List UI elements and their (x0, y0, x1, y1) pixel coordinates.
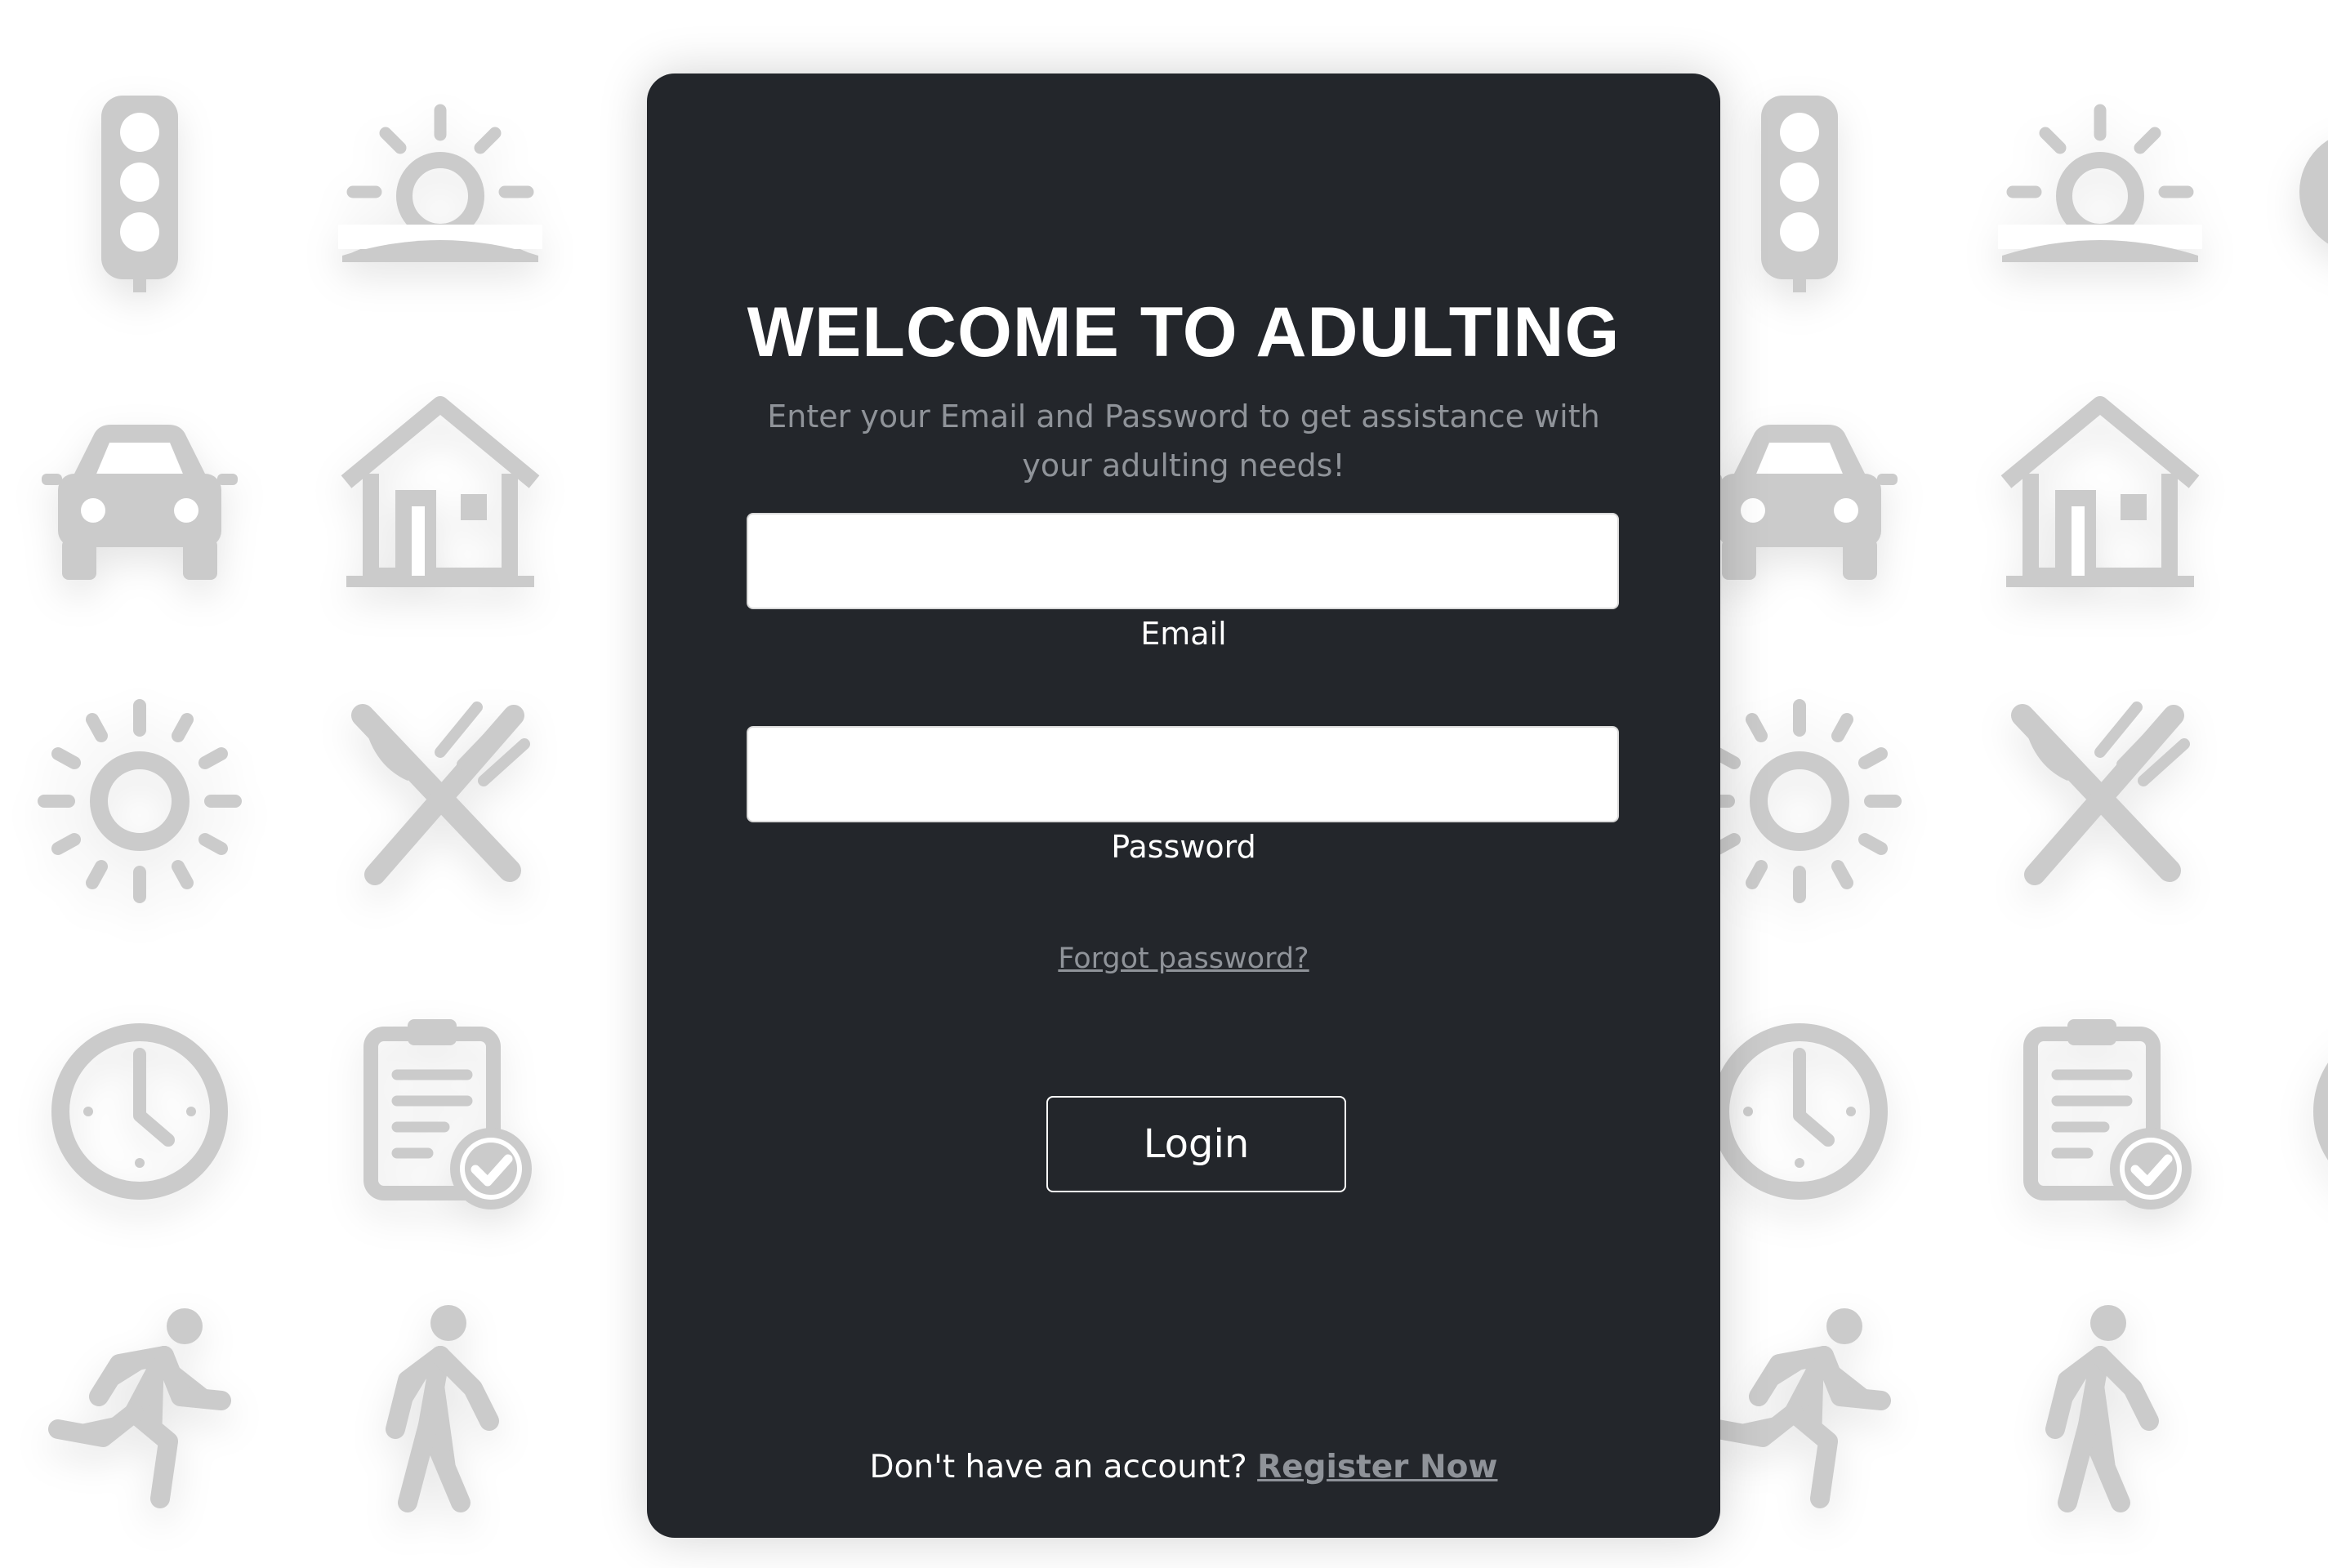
car-icon (38, 392, 242, 596)
clipboard-check-icon (338, 1009, 542, 1214)
password-field[interactable] (747, 726, 1619, 822)
house-icon (338, 392, 542, 596)
clipboard-check-icon (1998, 1009, 2202, 1214)
car-icon (1697, 392, 1902, 596)
traffic-light-icon (1697, 91, 1902, 296)
login-page: WELCOME TO ADULTING Enter your Email and… (0, 0, 2328, 1568)
register-prompt: Don't have an account? (869, 1449, 1258, 1486)
sunrise-icon (1998, 104, 2202, 314)
login-button[interactable]: Login (1046, 1096, 1346, 1192)
forgot-password-link[interactable]: Forgot password? (1058, 942, 1309, 975)
page-title: WELCOME TO ADULTING (747, 293, 1621, 372)
email-label: Email (1140, 616, 1227, 652)
person-icon (2295, 110, 2328, 314)
forgot-password-row: Forgot password? (647, 942, 1720, 975)
sun-icon (1697, 699, 1902, 903)
sunrise-icon (338, 104, 542, 314)
clock-icon (38, 1009, 242, 1214)
clock-icon (2299, 1009, 2328, 1214)
fork-knife-icon (338, 699, 542, 903)
sun-icon (38, 699, 242, 903)
walking-person-icon (338, 1305, 542, 1512)
traffic-light-icon (38, 91, 242, 296)
register-row: Don't have an account? Register Now (647, 1449, 1720, 1486)
house-icon (1998, 392, 2202, 596)
running-person-icon (1697, 1307, 1902, 1511)
login-subtitle: Enter your Email and Password to get ass… (767, 399, 1600, 483)
login-card: WELCOME TO ADULTING Enter your Email and… (647, 74, 1720, 1538)
register-now-link[interactable]: Register Now (1257, 1449, 1497, 1486)
email-field[interactable] (747, 513, 1619, 609)
walking-person-icon (1998, 1305, 2202, 1512)
running-person-icon (38, 1307, 242, 1511)
password-label: Password (1111, 829, 1256, 865)
fork-knife-icon (1998, 699, 2202, 903)
clock-icon (1697, 1009, 1902, 1214)
